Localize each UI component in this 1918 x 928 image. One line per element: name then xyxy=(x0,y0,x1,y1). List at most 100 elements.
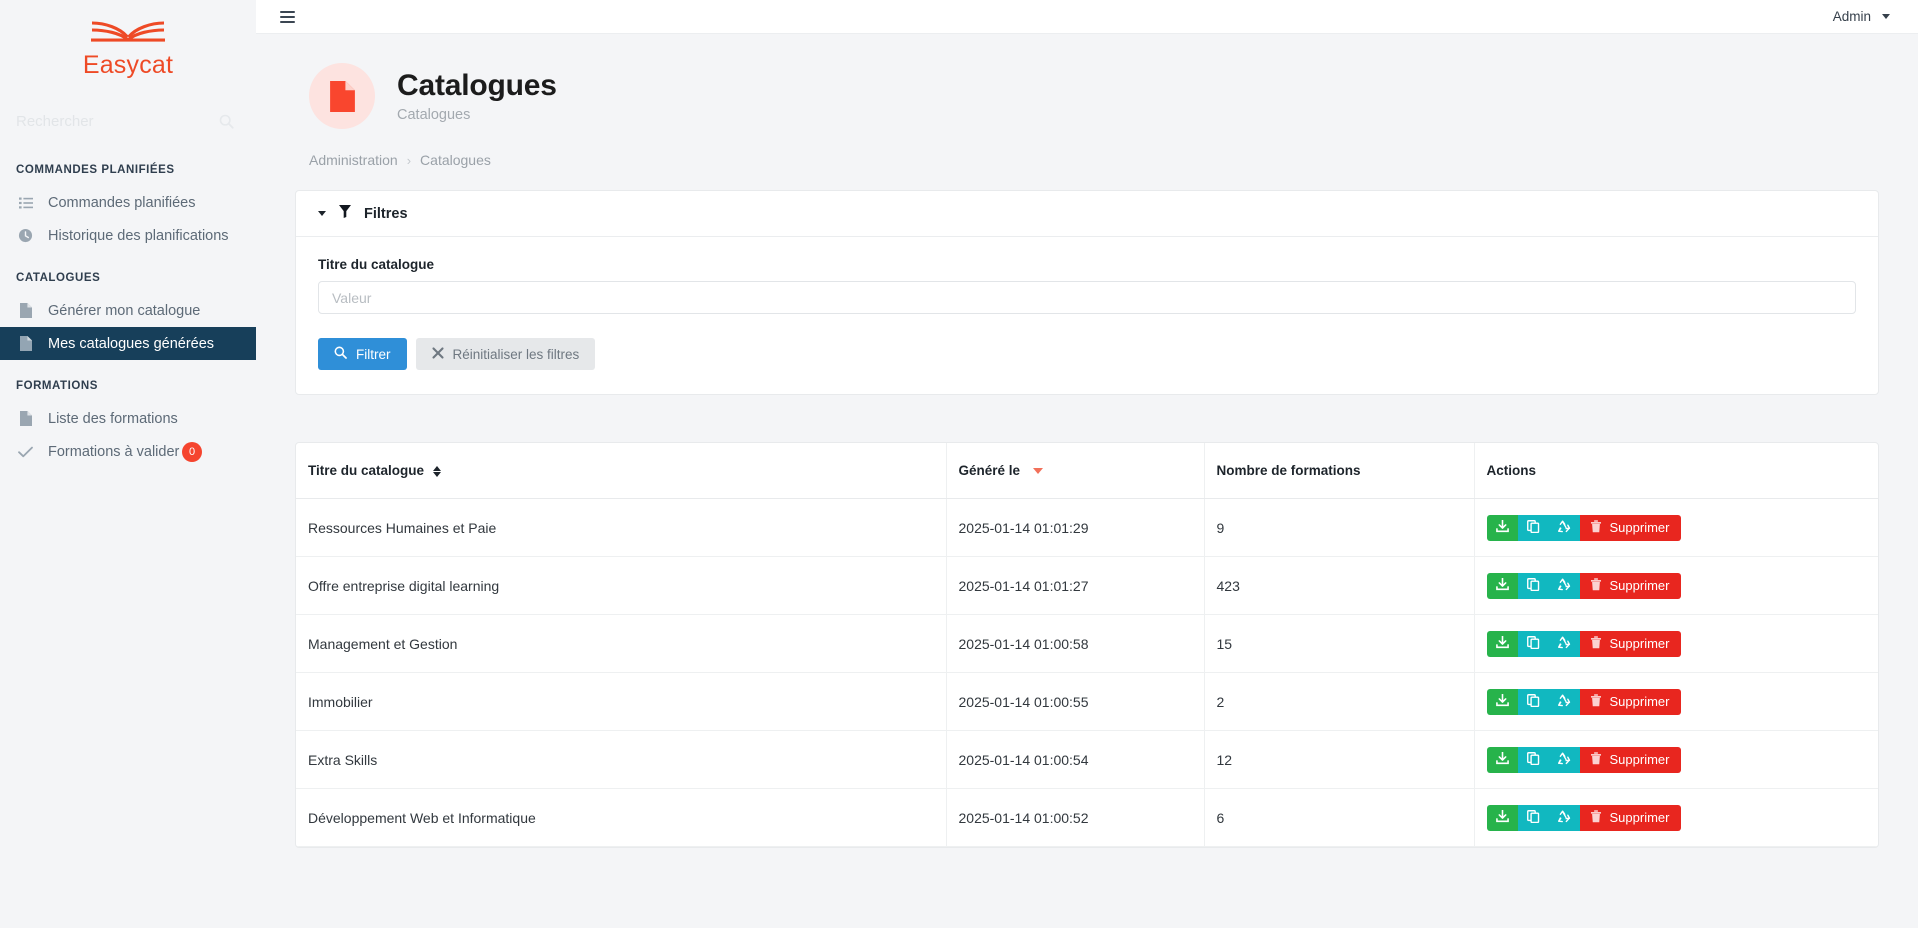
trash-icon xyxy=(1590,751,1602,768)
delete-button[interactable]: Supprimer xyxy=(1579,804,1682,831)
clock-icon xyxy=(18,228,33,243)
download-button[interactable] xyxy=(1486,804,1518,831)
download-icon xyxy=(1495,518,1509,536)
breadcrumb-item-administration[interactable]: Administration xyxy=(309,152,398,168)
regenerate-button[interactable] xyxy=(1548,688,1580,715)
breadcrumb-item-catalogues: Catalogues xyxy=(420,152,491,168)
breadcrumb: Administration › Catalogues xyxy=(284,129,1890,168)
copy-icon xyxy=(1526,577,1540,594)
delete-button-label: Supprimer xyxy=(1609,520,1670,535)
sidebar-section-catalogues: CATALOGUES xyxy=(16,272,101,284)
cell-nombre-formations: 9 xyxy=(1204,498,1475,557)
sidebar-item-formations-a-valider[interactable]: Formations à valider 0 xyxy=(0,435,256,468)
cell-actions: Supprimer xyxy=(1474,556,1878,615)
cell-actions: Supprimer xyxy=(1474,730,1879,789)
sidebar: Easycat COMMANDES PLANIFIÉES Commandes p… xyxy=(0,0,256,928)
download-button[interactable] xyxy=(1486,514,1518,541)
regenerate-button[interactable] xyxy=(1548,572,1580,599)
copy-icon xyxy=(1526,635,1540,652)
sort-both-icon[interactable] xyxy=(432,465,441,477)
cell-titre: Immobilier xyxy=(296,672,947,731)
cell-nombre-formations: 2 xyxy=(1204,672,1475,731)
filter-submit-label: Filtrer xyxy=(356,346,391,362)
copy-button[interactable] xyxy=(1517,746,1549,773)
download-icon xyxy=(1495,808,1509,826)
copy-button[interactable] xyxy=(1517,688,1549,715)
sidebar-item-generer-mon-catalogue[interactable]: Générer mon catalogue xyxy=(0,294,256,327)
download-button[interactable] xyxy=(1486,630,1518,657)
sidebar-item-liste-des-formations[interactable]: Liste des formations xyxy=(0,402,256,435)
table-row: Extra Skills 2025-01-14 01:00:54 12 Supprim… xyxy=(296,730,1879,789)
app-root: Easycat COMMANDES PLANIFIÉES Commandes p… xyxy=(0,0,1918,928)
sidebar-item-label: Commandes planifiées xyxy=(48,194,196,211)
search-input[interactable] xyxy=(16,112,219,130)
table-row: Développement Web et Informatique 2025-01… xyxy=(296,788,1878,847)
regenerate-button[interactable] xyxy=(1548,804,1580,831)
filters-card-header[interactable]: Filtres xyxy=(296,191,1878,237)
filter-reset-button[interactable]: Réinitialiser les filtres xyxy=(415,338,596,370)
cell-genere-le: 2025-01-14 01:01:27 xyxy=(946,556,1205,615)
row-action-group: Supprimer xyxy=(1486,746,1879,773)
hamburger-icon[interactable] xyxy=(278,8,297,26)
column-header-nombre-formations[interactable]: Nombre de formations xyxy=(1204,443,1475,499)
download-button[interactable] xyxy=(1486,688,1518,715)
sidebar-item-label: Historique des planifications xyxy=(48,227,229,244)
download-button[interactable] xyxy=(1486,572,1518,599)
cell-actions: Supprimer xyxy=(1474,788,1878,847)
file-icon xyxy=(18,411,33,426)
table-row: Immobilier 2025-01-14 01:00:55 2 Supprimer xyxy=(296,672,1878,731)
download-button[interactable] xyxy=(1486,746,1518,773)
sidebar-item-label: Liste des formations xyxy=(48,410,178,427)
sidebar-search[interactable] xyxy=(0,98,256,144)
filter-title-input[interactable] xyxy=(318,281,1856,314)
chevron-down-icon xyxy=(1882,14,1890,19)
recycle-icon xyxy=(1557,694,1571,710)
sidebar-item-label: Mes catalogues générées xyxy=(48,335,215,352)
caret-down-icon[interactable] xyxy=(318,211,326,216)
delete-button[interactable]: Supprimer xyxy=(1579,746,1682,773)
copy-button[interactable] xyxy=(1517,514,1549,541)
sidebar-item-commandes-planifiees[interactable]: Commandes planifiées xyxy=(0,186,256,219)
copy-button[interactable] xyxy=(1517,804,1549,831)
cell-genere-le: 2025-01-14 01:00:58 xyxy=(946,614,1205,673)
sort-desc-icon[interactable] xyxy=(1032,468,1043,475)
regenerate-button[interactable] xyxy=(1548,630,1580,657)
regenerate-button[interactable] xyxy=(1548,746,1580,773)
download-icon xyxy=(1495,750,1509,768)
topbar: Admin xyxy=(256,0,1918,34)
document-icon xyxy=(329,80,355,112)
delete-button[interactable]: Supprimer xyxy=(1579,688,1682,715)
cell-actions: Supprimer xyxy=(1474,672,1878,731)
cell-titre: Management et Gestion xyxy=(296,614,947,673)
catalogues-table: Titre du catalogue Généré le Nombre de f… xyxy=(295,442,1879,848)
copy-icon xyxy=(1526,693,1540,710)
brand-name: Easycat xyxy=(82,50,174,79)
filters-title: Filtres xyxy=(364,205,408,222)
column-header-genere-le[interactable]: Généré le xyxy=(946,443,1205,499)
cell-actions: Supprimer xyxy=(1474,614,1878,673)
check-icon xyxy=(18,446,33,458)
copy-button[interactable] xyxy=(1517,630,1549,657)
copy-button[interactable] xyxy=(1517,572,1549,599)
page-subtitle: Catalogues xyxy=(397,106,471,123)
search-icon[interactable] xyxy=(219,114,234,129)
regenerate-button[interactable] xyxy=(1548,514,1580,541)
sidebar-item-label: Générer mon catalogue xyxy=(48,302,201,319)
cell-titre: Offre entreprise digital learning xyxy=(296,556,947,615)
cell-nombre-formations: 15 xyxy=(1204,614,1475,673)
user-menu[interactable]: Admin xyxy=(1833,9,1890,24)
file-icon xyxy=(18,336,33,351)
filter-submit-button[interactable]: Filtrer xyxy=(318,338,407,370)
brand-logo[interactable]: Easycat xyxy=(0,6,256,90)
page-title: Catalogues xyxy=(397,69,557,103)
copy-icon xyxy=(1526,751,1540,768)
recycle-icon xyxy=(1557,810,1571,826)
delete-button[interactable]: Supprimer xyxy=(1579,572,1682,599)
cell-genere-le: 2025-01-14 01:00:52 xyxy=(946,788,1205,847)
sidebar-item-mes-catalogues-generees[interactable]: Mes catalogues générées xyxy=(0,327,256,360)
page-icon-badge xyxy=(309,63,375,129)
sidebar-item-historique-planifications[interactable]: Historique des planifications xyxy=(0,219,256,252)
column-header-titre[interactable]: Titre du catalogue xyxy=(296,443,947,499)
delete-button[interactable]: Supprimer xyxy=(1579,514,1682,541)
delete-button[interactable]: Supprimer xyxy=(1579,630,1682,657)
